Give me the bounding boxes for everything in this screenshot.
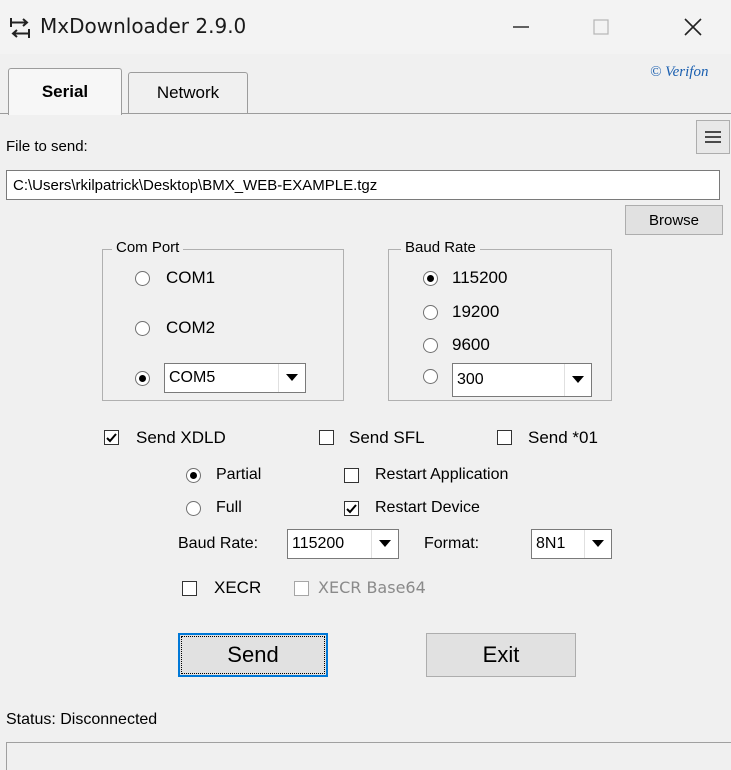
baud-rate-custom-select[interactable]: 300 [452,363,592,397]
maximize-button[interactable] [572,0,630,54]
xecr-base64-checkbox[interactable] [294,581,309,596]
xecr-checkbox[interactable] [182,581,197,596]
xdld-baud-rate-value: 115200 [292,535,345,552]
xecr-base64-label: XECR Base64 [318,578,426,597]
browse-button[interactable]: Browse [625,205,723,235]
xdld-baud-rate-label: Baud Rate: [178,535,259,552]
format-label: Format: [424,535,480,552]
exit-button[interactable]: Exit [426,633,576,677]
send-xdld-checkbox[interactable] [104,430,119,445]
partial-radio[interactable] [186,468,201,483]
chevron-down-icon [278,364,305,392]
baud-115200-label: 115200 [452,268,508,287]
baud-19200-label: 19200 [452,302,500,321]
full-radio[interactable] [186,501,201,516]
format-value: 8N1 [536,535,566,552]
restart-application-label: Restart Application [375,466,509,483]
send-sfl-label: Send SFL [349,428,425,447]
send-button[interactable]: Send [178,633,328,677]
chevron-down-icon [584,530,611,558]
close-icon [684,18,702,36]
baud-custom-radio[interactable] [423,369,438,384]
copyright-text: © Verifon [650,64,709,80]
send-xdld-label: Send XDLD [136,428,226,447]
com2-label: COM2 [166,318,216,337]
baud-rate-title: Baud Rate [401,239,480,256]
com2-radio[interactable] [135,321,150,336]
baud-9600-radio[interactable] [423,338,438,353]
com-port-title: Com Port [112,239,184,256]
close-button[interactable] [664,0,722,54]
minimize-button[interactable] [492,0,550,54]
maximize-icon [593,19,609,35]
com-port-select[interactable]: COM5 [164,363,306,393]
status-text: Status: Disconnected [6,711,158,728]
menu-button[interactable] [696,120,730,154]
minimize-icon [513,26,529,28]
send-01-label: Send *01 [528,428,598,447]
send-01-checkbox[interactable] [497,430,512,445]
xecr-label: XECR [214,578,262,597]
restart-application-checkbox[interactable] [344,468,359,483]
tab-serial[interactable]: Serial [8,68,122,115]
partial-label: Partial [216,466,262,483]
full-label: Full [216,499,242,516]
baud-115200-radio[interactable] [423,271,438,286]
chevron-down-icon [564,364,591,396]
restart-device-label: Restart Device [375,499,480,516]
baud-19200-radio[interactable] [423,305,438,320]
xdld-baud-rate-select[interactable]: 115200 [287,529,399,559]
baud-9600-label: 9600 [452,335,490,354]
format-select[interactable]: 8N1 [531,529,612,559]
chevron-down-icon [371,530,398,558]
window-title: MxDownloader 2.9.0 [40,14,247,38]
status-bar [6,742,731,770]
com-custom-radio[interactable] [135,371,150,386]
com1-radio[interactable] [135,271,150,286]
tab-network[interactable]: Network [128,72,248,113]
send-sfl-checkbox[interactable] [319,430,334,445]
transfer-arrows-icon [8,16,32,40]
com-port-select-value: COM5 [169,369,216,386]
file-to-send-label: File to send: [6,138,88,155]
com1-label: COM1 [166,268,216,287]
baud-rate-custom-value: 300 [457,371,484,388]
file-path-input[interactable] [6,170,720,200]
restart-device-checkbox[interactable] [344,501,359,516]
hamburger-menu-icon [705,131,721,143]
